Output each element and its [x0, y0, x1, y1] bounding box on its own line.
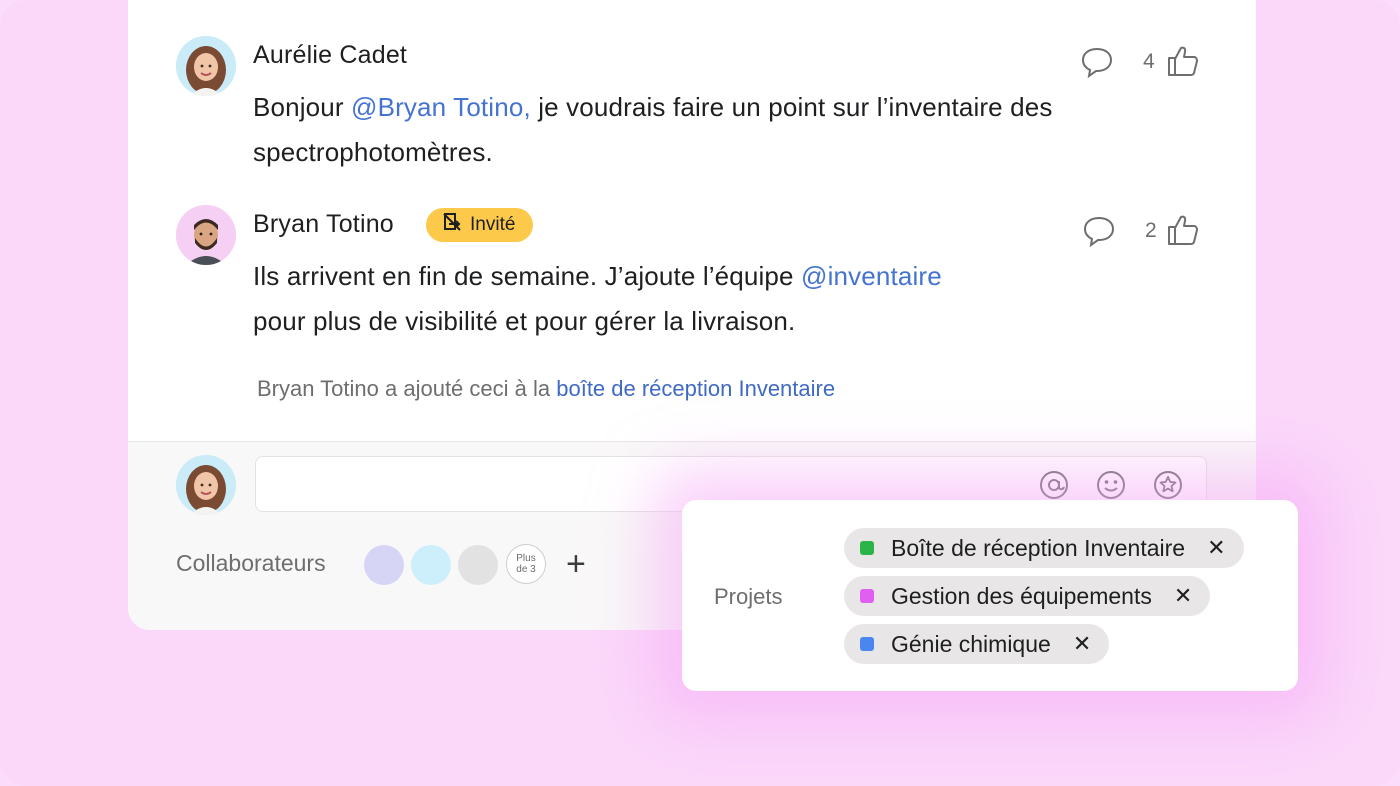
project-color-square [860, 541, 874, 555]
guest-badge-label: Invité [470, 214, 516, 235]
like-icon[interactable] [1166, 44, 1200, 83]
remove-icon[interactable]: ✕ [1174, 583, 1192, 609]
project-name: Génie chimique [891, 630, 1051, 657]
comment-text-start: Ils arrivent en fin de semaine. J’ajoute… [253, 261, 802, 291]
like-count: 4 [1143, 50, 1155, 73]
activity-text: Bryan Totino a ajouté ceci à la [257, 376, 557, 401]
project-color-square [860, 637, 874, 651]
comment-line-1: Ils arrivent en fin de semaine. J’ajoute… [253, 254, 1183, 299]
project-chip[interactable]: Génie chimique ✕ [844, 624, 1110, 664]
collaborator-avatar[interactable] [458, 545, 498, 585]
guest-icon [442, 212, 462, 238]
mention-link[interactable]: @Bryan Totino, [351, 92, 531, 122]
like-count: 2 [1145, 219, 1157, 242]
project-chip[interactable]: Boîte de réception Inventaire ✕ [844, 528, 1244, 568]
collaborators-label: Collaborateurs [176, 550, 326, 576]
projects-popover: Projets Boîte de réception Inventaire ✕ … [682, 500, 1298, 691]
project-name: Gestion des équipements [891, 582, 1152, 609]
more-collaborators[interactable]: Plus de 3 [506, 544, 546, 584]
comment-text-start: Bonjour [253, 92, 352, 122]
avatar-aurelie[interactable] [176, 36, 236, 96]
background: Aurélie Cadet 4 Bonjour @Bryan Totino, j… [0, 0, 1400, 786]
comment-body: Ils arrivent en fin de semaine. J’ajoute… [253, 254, 1183, 344]
comment-line-2: pour plus de visibilité et pour gérer la… [253, 306, 796, 336]
remove-icon[interactable]: ✕ [1207, 535, 1225, 561]
avatar-bryan[interactable] [176, 205, 236, 265]
activity-link[interactable]: boîte de réception Inventaire [556, 376, 835, 401]
project-color-square [860, 589, 874, 603]
remove-icon[interactable]: ✕ [1073, 631, 1091, 657]
project-name: Boîte de réception Inventaire [891, 534, 1186, 561]
comment-author[interactable]: Bryan Totino [253, 210, 394, 239]
more-collaborators-line2: de 3 [516, 564, 536, 575]
current-user-avatar [176, 455, 236, 515]
like-icon[interactable] [1166, 213, 1200, 252]
comment-body: Bonjour @Bryan Totino, je voudrais faire… [253, 85, 1183, 175]
collaborator-avatar[interactable] [411, 545, 451, 585]
guest-badge: Invité [426, 208, 534, 242]
reply-icon[interactable] [1080, 46, 1114, 83]
projects-label: Projets [714, 584, 783, 609]
comment-author[interactable]: Aurélie Cadet [253, 41, 407, 70]
collaborator-avatar[interactable] [364, 545, 404, 585]
mention-link[interactable]: @inventaire [801, 261, 942, 291]
more-collaborators-line1: Plus [516, 553, 536, 564]
activity-story: Bryan Totino a ajouté ceci à la boîte de… [257, 376, 835, 402]
add-collaborator-button[interactable]: + [566, 546, 586, 582]
reply-icon[interactable] [1082, 215, 1116, 252]
project-chip[interactable]: Gestion des équipements ✕ [844, 576, 1211, 616]
